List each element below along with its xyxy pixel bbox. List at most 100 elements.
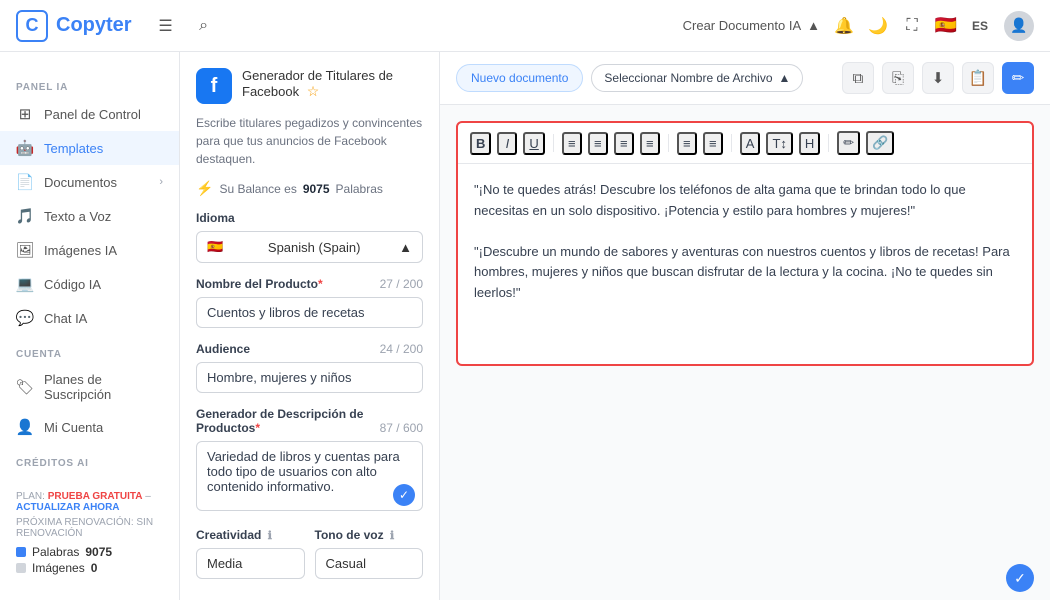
sidebar: PANEL IA ⊞ Panel de Control 🤖 Templates … <box>0 52 180 600</box>
editor-para-2: "¡Descubre un mundo de sabores y aventur… <box>474 242 1016 304</box>
user-avatar[interactable]: 👤 <box>1004 11 1034 41</box>
search-icon[interactable]: ⌕ <box>194 16 214 36</box>
nombre-input[interactable] <box>196 297 423 328</box>
audience-input[interactable] <box>196 362 423 393</box>
font-size-btn[interactable]: T↕ <box>766 132 792 155</box>
generador-field: Generador de Descripción de Productos* 8… <box>196 407 423 514</box>
nombre-label: Nombre del Producto* 27 / 200 <box>196 277 423 291</box>
download-icon[interactable]: ⬇ <box>922 62 954 94</box>
fullscreen-icon[interactable]: ⛶ <box>902 16 922 36</box>
fmt-sep-2 <box>668 134 669 152</box>
topnav-right: Crear Documento IA ▲ 🔔 🌙 ⛶ 🇪🇸 ES 👤 <box>683 11 1034 41</box>
sidebar-item-mi-cuenta[interactable]: 👤 Mi Cuenta <box>0 410 179 444</box>
sidebar-item-planes[interactable]: 🏷 Planes de Suscripción <box>0 364 179 410</box>
sidebar-label-mi-cuenta: Mi Cuenta <box>44 420 103 435</box>
sidebar-item-texto-voz[interactable]: 🎵 Texto a Voz <box>0 199 179 233</box>
align-right-btn[interactable]: ≡ <box>614 132 634 155</box>
select-name-label: Seleccionar Nombre de Archivo <box>604 71 772 85</box>
topnav-left-icons: ☰ ⌕ <box>156 16 683 36</box>
creatividad-value: Media <box>207 556 242 571</box>
sidebar-item-documentos[interactable]: 📄 Documentos › <box>0 165 179 199</box>
tono-select[interactable]: Casual <box>315 548 424 579</box>
editor-para-1: "¡No te quedes atrás! Descubre los teléf… <box>474 180 1016 222</box>
nombre-field: Nombre del Producto* 27 / 200 <box>196 277 423 328</box>
plan-free-link[interactable]: PRUEBA GRATUITA <box>48 491 143 502</box>
tono-value: Casual <box>326 556 366 571</box>
generador-textarea[interactable]: Variedad de libros y cuentas para todo t… <box>196 441 423 511</box>
chevron-up-icon: ▲ <box>399 240 412 255</box>
fmt-sep-1 <box>553 134 554 152</box>
sidebar-item-imagenes-ia[interactable]: 🖼 Imágenes IA <box>0 233 179 267</box>
app-logo[interactable]: C Copyter <box>16 10 132 42</box>
new-doc-tab[interactable]: Nuevo documento <box>456 64 583 92</box>
spain-flag: 🇪🇸 <box>207 239 223 255</box>
sidebar-label-texto-voz: Texto a Voz <box>44 209 111 224</box>
clipboard-icon[interactable]: 📋 <box>962 62 994 94</box>
main-layout: PANEL IA ⊞ Panel de Control 🤖 Templates … <box>0 52 1050 600</box>
plan-update-link[interactable]: ACTUALIZAR AHORA <box>16 502 120 513</box>
tool-panel: f Generador de Titulares de Facebook ☆ E… <box>180 52 440 600</box>
bottom-check-icon[interactable]: ✓ <box>1006 564 1034 592</box>
chevron-up-icon: ▲ <box>779 71 791 85</box>
hamburger-icon[interactable]: ☰ <box>156 16 176 36</box>
align-justify-btn[interactable]: ≡ <box>640 132 660 155</box>
audience-counter: 24 / 200 <box>380 342 423 356</box>
generador-label: Generador de Descripción de Productos* 8… <box>196 407 423 435</box>
bottom-fields: Creatividad ℹ Media Tono de voz ℹ Casual <box>196 528 423 593</box>
idioma-select[interactable]: 🇪🇸 Spanish (Spain) ▲ <box>196 231 423 263</box>
edit-doc-icon[interactable]: ✏ <box>1002 62 1034 94</box>
sidebar-item-panel-control[interactable]: ⊞ Panel de Control <box>0 97 179 131</box>
editor-area: B I U ≡ ≡ ≡ ≡ ≡ ≡ A T↕ H ✏ <box>440 105 1050 556</box>
sidebar-label-planes: Planes de Suscripción <box>44 372 163 402</box>
link-btn[interactable]: 🔗 <box>866 131 894 155</box>
tool-title-area: Generador de Titulares de Facebook ☆ <box>242 68 423 100</box>
tool-header: f Generador de Titulares de Facebook ☆ <box>196 68 423 104</box>
bell-icon[interactable]: 🔔 <box>834 16 854 36</box>
pen-btn[interactable]: ✏ <box>837 131 860 155</box>
sidebar-item-templates[interactable]: 🤖 Templates <box>0 131 179 165</box>
audience-label: Audience 24 / 200 <box>196 342 423 356</box>
creditos-label: CRÉDITOS AI <box>0 452 179 473</box>
creatividad-field: Creatividad ℹ Media <box>196 528 305 579</box>
copy-icon-2[interactable]: ⎘ <box>882 62 914 94</box>
editor-content[interactable]: "¡No te quedes atrás! Descubre los teléf… <box>458 164 1032 364</box>
align-left-btn[interactable]: ≡ <box>562 132 582 155</box>
align-center-btn[interactable]: ≡ <box>588 132 608 155</box>
select-name-btn[interactable]: Seleccionar Nombre de Archivo ▲ <box>591 64 803 92</box>
sidebar-credits: PLAN: PRUEBA GRATUITA – ACTUALIZAR AHORA… <box>0 481 179 587</box>
creatividad-select[interactable]: Media <box>196 548 305 579</box>
code-icon: 💻 <box>16 275 34 293</box>
underline-btn[interactable]: U <box>523 132 544 155</box>
generador-required: * <box>255 421 260 435</box>
moon-icon[interactable]: 🌙 <box>868 16 888 36</box>
star-icon[interactable]: ☆ <box>307 83 320 99</box>
sidebar-item-chat-ia[interactable]: 💬 Chat IA <box>0 301 179 335</box>
list-ul-btn[interactable]: ≡ <box>703 132 723 155</box>
app-name: Copyter <box>56 14 132 37</box>
font-color-btn[interactable]: A <box>740 132 761 155</box>
robot-icon: 🤖 <box>16 139 34 157</box>
creatividad-info-icon[interactable]: ℹ <box>268 530 272 542</box>
copy-icon-1[interactable]: ⧉ <box>842 62 874 94</box>
list-ol-btn[interactable]: ≡ <box>677 132 697 155</box>
sidebar-label-imagenes: Imágenes IA <box>44 243 117 258</box>
sidebar-label-codigo: Código IA <box>44 277 101 292</box>
panel-ia-label: PANEL IA <box>0 76 179 97</box>
italic-btn[interactable]: I <box>497 132 517 155</box>
tool-desc: Escribe titulares pegadizos y convincent… <box>196 114 423 168</box>
sidebar-item-codigo-ia[interactable]: 💻 Código IA <box>0 267 179 301</box>
crear-documento-btn[interactable]: Crear Documento IA ▲ <box>683 18 820 33</box>
imagenes-count: 0 <box>91 561 98 575</box>
heading-btn[interactable]: H <box>799 132 820 155</box>
editor-box: B I U ≡ ≡ ≡ ≡ ≡ ≡ A T↕ H ✏ <box>456 121 1034 366</box>
sidebar-label-templates: Templates <box>44 141 103 156</box>
lang-label: ES <box>970 16 990 36</box>
bold-btn[interactable]: B <box>470 132 491 155</box>
language-flag[interactable]: 🇪🇸 <box>936 16 956 36</box>
tono-info-icon[interactable]: ℹ <box>390 530 394 542</box>
format-bar: B I U ≡ ≡ ≡ ≡ ≡ ≡ A T↕ H ✏ <box>458 123 1032 164</box>
bottom-check-area: ✓ <box>440 556 1050 600</box>
generador-counter: 87 / 600 <box>380 421 423 435</box>
imagenes-credit-row: Imágenes 0 <box>16 561 163 575</box>
grid-icon: ⊞ <box>16 105 34 123</box>
